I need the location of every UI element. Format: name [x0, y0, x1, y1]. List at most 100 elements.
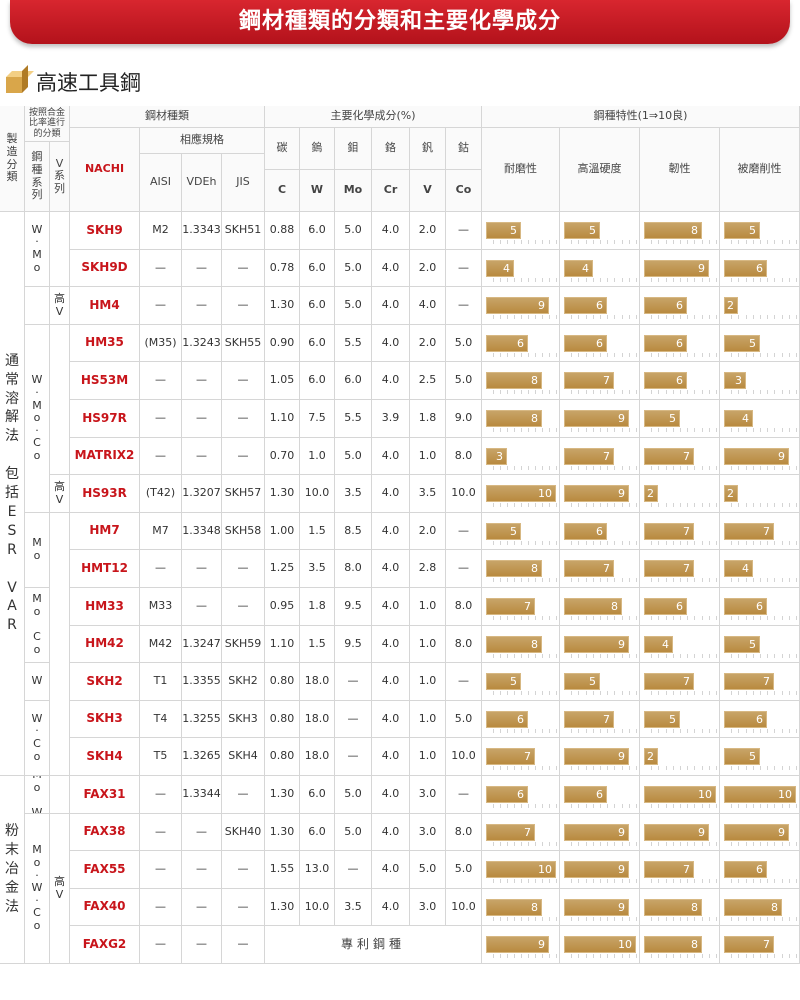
cell-c: 1.25 [265, 550, 300, 588]
scale-tick [571, 503, 572, 507]
scale-tick [636, 240, 637, 244]
scale-tick [586, 616, 587, 620]
scale-tick [521, 766, 522, 770]
scale-tick [629, 766, 630, 770]
scale-tick [578, 766, 579, 770]
scale-tick [528, 578, 529, 582]
scale-tick [666, 916, 667, 921]
scale-tick [556, 954, 557, 958]
scale-tick [600, 653, 601, 658]
scale-tick [521, 578, 522, 582]
v-blank-1 [50, 212, 70, 287]
scale-tick [586, 428, 587, 432]
cell-v: 1.0 [410, 626, 446, 663]
scale-tick [556, 352, 557, 357]
scale-tick [687, 653, 688, 658]
cell-vdeh: — [182, 889, 222, 926]
series-mo-w: Mo W [25, 776, 50, 814]
scale-tick [709, 240, 710, 244]
scale-tick [702, 728, 703, 733]
scale-tick [709, 540, 710, 545]
property-value: 7 [683, 863, 690, 876]
scale-tick [753, 804, 754, 808]
scale-tick [535, 841, 536, 846]
scale-tick [542, 540, 543, 545]
scale-tick [542, 240, 543, 244]
cell-w: 6.0 [300, 776, 335, 814]
scale-tick [629, 691, 630, 695]
property-bar: 7 [486, 598, 535, 615]
scale-tick [593, 728, 594, 733]
scale-tick [556, 841, 557, 846]
scale-tick [578, 616, 579, 620]
scale-tick [549, 352, 550, 357]
cell-c: 0.90 [265, 325, 300, 362]
scale-tick [528, 766, 529, 770]
property-value: 7 [603, 562, 610, 575]
property-value: 8 [691, 224, 698, 237]
cell-cr: 4.0 [372, 250, 410, 287]
scale-tick [528, 503, 529, 507]
scale-tick [651, 465, 652, 470]
property-bar: 2 [724, 485, 738, 502]
scale-tick [666, 352, 667, 357]
cell-w: 1.5 [300, 513, 335, 550]
cell-jis: — [222, 588, 265, 626]
scale-tick [774, 916, 775, 921]
scale-tick [556, 240, 557, 244]
cell-w: 10.0 [300, 889, 335, 926]
scale-tick [694, 503, 695, 507]
scale-tick [500, 465, 501, 470]
scale-tick [738, 503, 739, 507]
cell-mo: 3.5 [335, 475, 372, 513]
header-element-cr: 鉻 [372, 128, 410, 170]
scale-tick [666, 315, 667, 319]
scale-tick [542, 503, 543, 507]
scale-tick [500, 879, 501, 883]
scale-tick [622, 804, 623, 808]
scale-tick [636, 766, 637, 770]
scale-tick [709, 841, 710, 846]
scale-tick [782, 428, 783, 432]
series-w-co: W · Co [25, 701, 50, 776]
scale-tick [673, 578, 674, 582]
scale-tick [586, 728, 587, 733]
scale-tick [789, 879, 790, 883]
cell-v: 5.0 [410, 851, 446, 889]
cell-jis: SKH59 [222, 626, 265, 663]
scale-tick [789, 240, 790, 244]
header-prop-0: 耐磨性 [482, 128, 560, 212]
scale-tick [614, 240, 615, 244]
scale-tick [507, 766, 508, 770]
cell-cr: 4.0 [372, 287, 410, 325]
scale-tick [493, 804, 494, 808]
property-value: 9 [618, 863, 625, 876]
scale-tick [593, 428, 594, 432]
scale-tick [622, 766, 623, 770]
header-aisi: AISI [140, 154, 182, 212]
scale-tick [658, 653, 659, 658]
cell-c: 0.70 [265, 438, 300, 475]
scale-tick [767, 240, 768, 244]
scale-tick [731, 465, 732, 470]
scale-tick [767, 616, 768, 620]
scale-tick [782, 616, 783, 620]
cell-v: 2.0 [410, 513, 446, 550]
property-bar: 6 [564, 297, 607, 314]
scale-tick [789, 277, 790, 282]
cell-aisi: — [140, 362, 182, 400]
cell-jis: SKH55 [222, 325, 265, 362]
cell-jis: — [222, 287, 265, 325]
cell-c: 0.80 [265, 701, 300, 738]
property-bar: 8 [486, 410, 542, 427]
scale-tick [607, 954, 608, 958]
scale-tick [607, 540, 608, 545]
scale-tick [673, 540, 674, 545]
scale-tick [702, 352, 703, 357]
scale-tick [600, 315, 601, 319]
scale-tick [651, 691, 652, 695]
property-bar: 5 [486, 522, 521, 540]
cell-cr: 4.0 [372, 212, 410, 250]
scale-tick [731, 428, 732, 432]
scale-tick [614, 503, 615, 507]
